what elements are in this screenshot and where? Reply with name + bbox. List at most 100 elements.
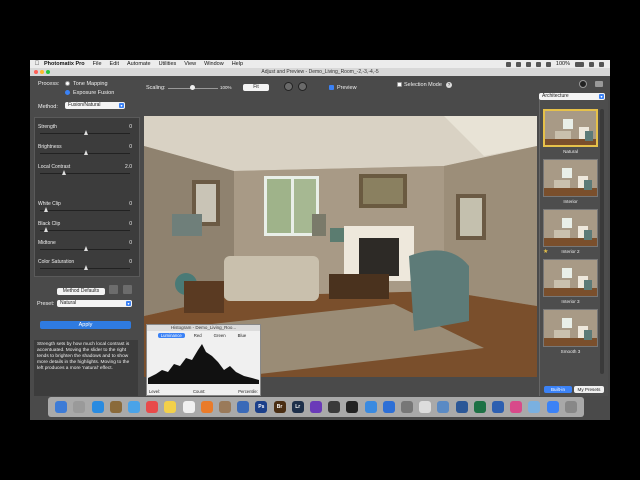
preset-select[interactable]: Natural ▾ (57, 300, 132, 307)
preview-label[interactable]: Preview (337, 85, 357, 91)
zoom-out-icon[interactable] (298, 82, 307, 91)
method-label: Method: (38, 104, 58, 110)
launchpad-icon[interactable] (73, 401, 86, 413)
minimize-button[interactable] (40, 70, 44, 74)
method-defaults-button[interactable]: Method Defaults (57, 288, 105, 295)
menu-file[interactable]: File (93, 61, 102, 67)
scaling-label: Scaling: (146, 85, 166, 91)
appstore-icon[interactable] (382, 401, 395, 413)
slider-thumb[interactable] (84, 150, 88, 155)
status-icon[interactable] (505, 61, 511, 67)
slider-thumb[interactable] (44, 207, 49, 212)
safari-icon[interactable] (91, 401, 104, 413)
folder-icon[interactable] (437, 401, 450, 413)
tone-mapping-radio[interactable] (65, 81, 70, 86)
copy-settings-icon[interactable] (109, 285, 118, 294)
photos-icon[interactable] (109, 401, 122, 413)
word-icon[interactable] (455, 401, 468, 413)
slider-thumb[interactable] (84, 246, 88, 251)
preset-label-natural: Natural (563, 149, 578, 154)
bridge-icon[interactable]: Br (273, 401, 286, 413)
wifi-icon[interactable] (535, 61, 541, 67)
exposure-fusion-label[interactable]: Exposure Fusion (73, 90, 114, 96)
tab-built-in[interactable]: Built-in (544, 386, 572, 393)
preset-thumbnail-natural[interactable] (543, 109, 598, 147)
tab-luminance[interactable]: Luminance (157, 333, 185, 338)
battery-percent[interactable]: 100% (556, 61, 570, 67)
finder-icon[interactable] (55, 401, 68, 413)
presets-panel: Natural Interior ★ Interior 2 Interior 3… (539, 100, 608, 396)
zoom-in-icon[interactable] (284, 82, 293, 91)
volume-icon[interactable] (545, 61, 551, 67)
contacts-icon[interactable] (218, 401, 231, 413)
help-icon[interactable]: ? (446, 82, 452, 88)
photos2-icon[interactable] (200, 401, 213, 413)
preset-category-select[interactable]: Architecture ▾ (539, 93, 605, 100)
menu-help[interactable]: Help (232, 61, 243, 67)
scaling-slider-thumb[interactable] (190, 85, 195, 90)
status-icon[interactable] (515, 61, 521, 67)
itunes-icon[interactable] (510, 401, 523, 413)
reminders-icon[interactable] (182, 401, 195, 413)
battery-icon[interactable] (575, 61, 584, 67)
panel-toggle-icon[interactable] (595, 81, 603, 87)
paste-settings-icon[interactable] (123, 285, 132, 294)
apply-button[interactable]: Apply (40, 321, 131, 329)
presets-scrollbar[interactable] (600, 109, 604, 374)
histogram-graph (148, 344, 259, 384)
window-title-bar: Adjust and Preview - Demo_Living_Room_-2… (30, 68, 610, 76)
menu-edit[interactable]: Edit (110, 61, 119, 67)
slider-thumb[interactable] (84, 130, 88, 135)
preset-thumbnail-interior-3[interactable] (543, 259, 598, 297)
tab-red[interactable]: Red (191, 333, 205, 338)
notes-icon[interactable] (164, 401, 177, 413)
preset-thumbnail-smooth-3[interactable] (543, 309, 598, 347)
tab-blue[interactable]: Blue (235, 333, 250, 338)
tab-my-presets[interactable]: My Presets (574, 386, 604, 393)
tab-green[interactable]: Green (211, 333, 229, 338)
method-select[interactable]: Fusion/Natural ▾ (65, 102, 125, 109)
notification-icon[interactable] (599, 61, 604, 67)
menu-app-name[interactable]: Photomatix Pro (44, 61, 85, 67)
preview-checkbox[interactable] (329, 85, 334, 90)
photomatix-icon[interactable] (328, 401, 341, 413)
preview-icon[interactable] (364, 401, 377, 413)
zoom-button[interactable] (46, 70, 50, 74)
loupe-icon[interactable] (579, 80, 587, 88)
photoshop-icon[interactable]: Ps (255, 401, 268, 413)
terminal-icon[interactable] (346, 401, 359, 413)
trash-icon[interactable] (564, 401, 577, 413)
keynote-icon[interactable] (491, 401, 504, 413)
slider-thumb[interactable] (84, 265, 88, 270)
preset-label-interior-2: Interior 2 (561, 249, 580, 254)
menu-view[interactable]: View (184, 61, 196, 67)
search-icon[interactable] (589, 61, 594, 67)
slider-thumb[interactable] (44, 227, 49, 232)
excel-icon[interactable] (473, 401, 486, 413)
preset-thumbnail-interior-2[interactable] (543, 209, 598, 247)
lightroom-icon[interactable]: Lr (291, 401, 304, 413)
slider-thumb[interactable] (62, 170, 66, 175)
apple-icon[interactable]:  (30, 61, 44, 67)
calendar-icon[interactable] (146, 401, 159, 413)
fit-button[interactable]: Fit (243, 84, 269, 91)
effects-icon[interactable] (309, 401, 322, 413)
menu-automate[interactable]: Automate (127, 61, 151, 67)
histogram-panel[interactable]: Histogram - Demo_Living_Roo... Luminance… (146, 324, 261, 396)
menu-window[interactable]: Window (204, 61, 224, 67)
info-icon[interactable] (546, 401, 559, 413)
app2-icon[interactable] (419, 401, 432, 413)
app-icon[interactable] (237, 401, 250, 413)
preset-thumbnail-interior[interactable] (543, 159, 598, 197)
tone-mapping-label[interactable]: Tone Mapping (73, 81, 108, 87)
files-icon[interactable] (528, 401, 541, 413)
sysprefs-icon[interactable] (400, 401, 413, 413)
menu-bar:  Photomatix Pro File Edit Automate Util… (30, 60, 610, 68)
status-icon[interactable] (525, 61, 531, 67)
selection-mode-label[interactable]: Selection Mode (404, 82, 442, 88)
mail-icon[interactable] (127, 401, 140, 413)
close-button[interactable] (34, 70, 38, 74)
menu-utilities[interactable]: Utilities (159, 61, 177, 67)
exposure-fusion-radio[interactable] (65, 90, 70, 95)
selection-mode-checkbox[interactable] (397, 82, 402, 87)
